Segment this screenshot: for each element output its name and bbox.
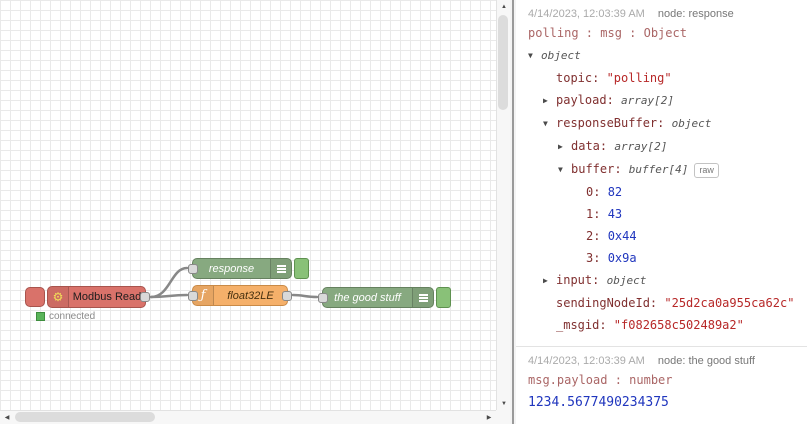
wire bbox=[291, 293, 319, 299]
modbus-read-node[interactable]: ⚙ Modbus Read bbox=[47, 286, 150, 308]
payload-value: 1234.5677490234375 bbox=[528, 395, 669, 410]
float32le-input-port[interactable] bbox=[188, 290, 198, 301]
flow-canvas[interactable]: ⚙ Modbus Read connected response ƒ float… bbox=[0, 0, 496, 410]
tree-key: _msgid: bbox=[556, 318, 614, 332]
tree-key: 2: bbox=[586, 229, 608, 243]
debug-message-meta: 4/14/2023, 12:03:39 AM node: response bbox=[528, 8, 799, 20]
debug-tree-row: 2: 0x44 bbox=[528, 225, 799, 247]
tree-key: topic: bbox=[556, 71, 607, 85]
debug-tree-row: topic: "polling" bbox=[528, 67, 799, 89]
debug-message: 4/14/2023, 12:03:39 AM node: response po… bbox=[516, 0, 807, 347]
response-debug-node[interactable]: response bbox=[188, 258, 292, 279]
modbus-status-text: connected bbox=[49, 311, 96, 322]
tree-value: 0x9a bbox=[607, 251, 637, 265]
tree-value: buffer[4] bbox=[628, 163, 689, 176]
tree-key: 0: bbox=[586, 185, 608, 199]
response-input-port[interactable] bbox=[188, 263, 198, 274]
debug-tree-row: ▶ data: array[2] bbox=[528, 135, 799, 158]
expand-arrow-icon[interactable]: ▶ bbox=[543, 90, 556, 112]
vertical-scroll-thumb[interactable] bbox=[498, 15, 508, 110]
debug-tree-row: sendingNodeId: "25d2ca0a955ca62c" bbox=[528, 292, 799, 314]
tree-value: "polling" bbox=[606, 71, 672, 85]
good-stuff-icon-region bbox=[412, 288, 433, 307]
debug-tree-row: ▶ input: object bbox=[528, 269, 799, 292]
expand-arrow-icon[interactable]: ▶ bbox=[543, 270, 556, 292]
tree-value: array[2] bbox=[614, 140, 668, 153]
tree-key: input: bbox=[556, 273, 607, 287]
tree-key: buffer: bbox=[571, 162, 629, 176]
separator-line bbox=[512, 0, 514, 424]
debug-tree-row: ▼ responseBuffer: object bbox=[528, 112, 799, 135]
scrollbar-corner bbox=[496, 410, 510, 424]
float32le-node-label: float32LE bbox=[227, 289, 274, 302]
response-debug-toggle-button[interactable] bbox=[294, 258, 309, 279]
tree-value: object bbox=[671, 117, 712, 130]
source-node-ref[interactable]: node: response bbox=[658, 8, 734, 20]
tree-value: 43 bbox=[607, 207, 623, 221]
response-node-label: response bbox=[208, 262, 255, 275]
wire-layer bbox=[149, 266, 319, 299]
good-stuff-node-label: the good stuff bbox=[334, 291, 401, 304]
modbus-node-label: Modbus Read bbox=[72, 291, 142, 303]
wire bbox=[149, 266, 189, 299]
tree-key: 3: bbox=[586, 251, 608, 265]
expand-arrow-icon[interactable]: ▼ bbox=[543, 113, 556, 135]
good-stuff-debug-toggle-button[interactable] bbox=[436, 287, 451, 308]
expand-arrow-icon[interactable]: ▼ bbox=[558, 159, 571, 181]
tree-value: "25d2ca0a955ca62c" bbox=[664, 296, 795, 310]
gear-icon: ⚙ bbox=[52, 290, 64, 304]
debug-sidebar: 4/14/2023, 12:03:39 AM node: response po… bbox=[516, 0, 807, 424]
scroll-left-button[interactable]: ◀ bbox=[0, 411, 14, 424]
modbus-mini-node[interactable] bbox=[25, 287, 45, 307]
tree-value: 82 bbox=[607, 185, 623, 199]
horizontal-scroll-thumb[interactable] bbox=[15, 412, 155, 422]
debug-tree-row: 3: 0x9a bbox=[528, 247, 799, 269]
modbus-output-port[interactable] bbox=[140, 292, 150, 302]
tree-key: 1: bbox=[586, 207, 608, 221]
tree-key: sendingNodeId: bbox=[556, 296, 665, 310]
tree-key: responseBuffer: bbox=[556, 116, 672, 130]
scroll-up-button[interactable]: ▲ bbox=[497, 0, 511, 13]
expand-arrow-icon[interactable]: ▼ bbox=[528, 45, 541, 67]
debug-message: 4/14/2023, 12:03:39 AM node: the good st… bbox=[516, 347, 807, 420]
debug-tree-row: _msgid: "f082658c502489a2" bbox=[528, 314, 799, 336]
message-path: msg.payload : number bbox=[528, 373, 673, 387]
debug-tree-row: ▼ buffer: buffer[4] raw bbox=[528, 158, 799, 181]
float32le-output-port[interactable] bbox=[282, 290, 292, 301]
scroll-right-button[interactable]: ▶ bbox=[482, 411, 496, 424]
float32le-function-node[interactable]: ƒ float32LE bbox=[188, 285, 292, 306]
debug-lines-icon bbox=[418, 293, 428, 296]
response-icon-region bbox=[270, 259, 291, 278]
debug-tree: ▼ object topic: "polling" ▶ payload: array… bbox=[528, 44, 799, 336]
debug-tree-row: ▼ object bbox=[528, 44, 799, 67]
tree-value: 0x44 bbox=[607, 229, 637, 243]
scroll-down-button[interactable]: ▼ bbox=[497, 397, 511, 410]
message-path: polling : msg : Object bbox=[528, 26, 687, 40]
tree-key: payload: bbox=[556, 93, 622, 107]
debug-tree-row: 0: 82 bbox=[528, 181, 799, 203]
source-node-ref[interactable]: node: the good stuff bbox=[658, 355, 755, 367]
timestamp: 4/14/2023, 12:03:39 AM bbox=[528, 8, 645, 20]
expand-arrow-icon[interactable]: ▶ bbox=[558, 136, 571, 158]
modbus-icon-region: ⚙ bbox=[48, 287, 69, 307]
debug-message-meta: 4/14/2023, 12:03:39 AM node: the good st… bbox=[528, 355, 799, 367]
debug-lines-icon bbox=[276, 264, 286, 267]
function-icon: ƒ bbox=[200, 288, 206, 303]
good-stuff-input-port[interactable] bbox=[318, 292, 328, 303]
tree-value: object bbox=[541, 49, 581, 62]
status-dot-icon bbox=[36, 312, 45, 321]
tree-value: object bbox=[606, 274, 647, 287]
tree-key: data: bbox=[571, 139, 615, 153]
timestamp: 4/14/2023, 12:03:39 AM bbox=[528, 355, 645, 367]
debug-tree-row: ▶ payload: array[2] bbox=[528, 89, 799, 112]
debug-tree-row: 1: 43 bbox=[528, 203, 799, 225]
good-stuff-debug-node[interactable]: the good stuff bbox=[318, 287, 434, 308]
modbus-status: connected bbox=[36, 311, 95, 322]
tree-value: "f082658c502489a2" bbox=[613, 318, 744, 332]
tree-value: array[2] bbox=[621, 94, 675, 107]
raw-button[interactable]: raw bbox=[694, 163, 719, 178]
